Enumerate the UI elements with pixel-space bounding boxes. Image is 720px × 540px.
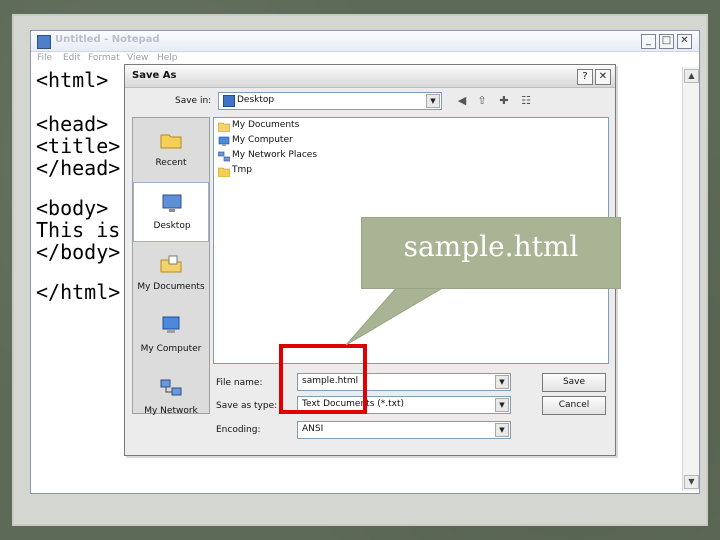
callout-box: sample.html (361, 217, 621, 289)
callout-text: sample.html (403, 230, 579, 263)
